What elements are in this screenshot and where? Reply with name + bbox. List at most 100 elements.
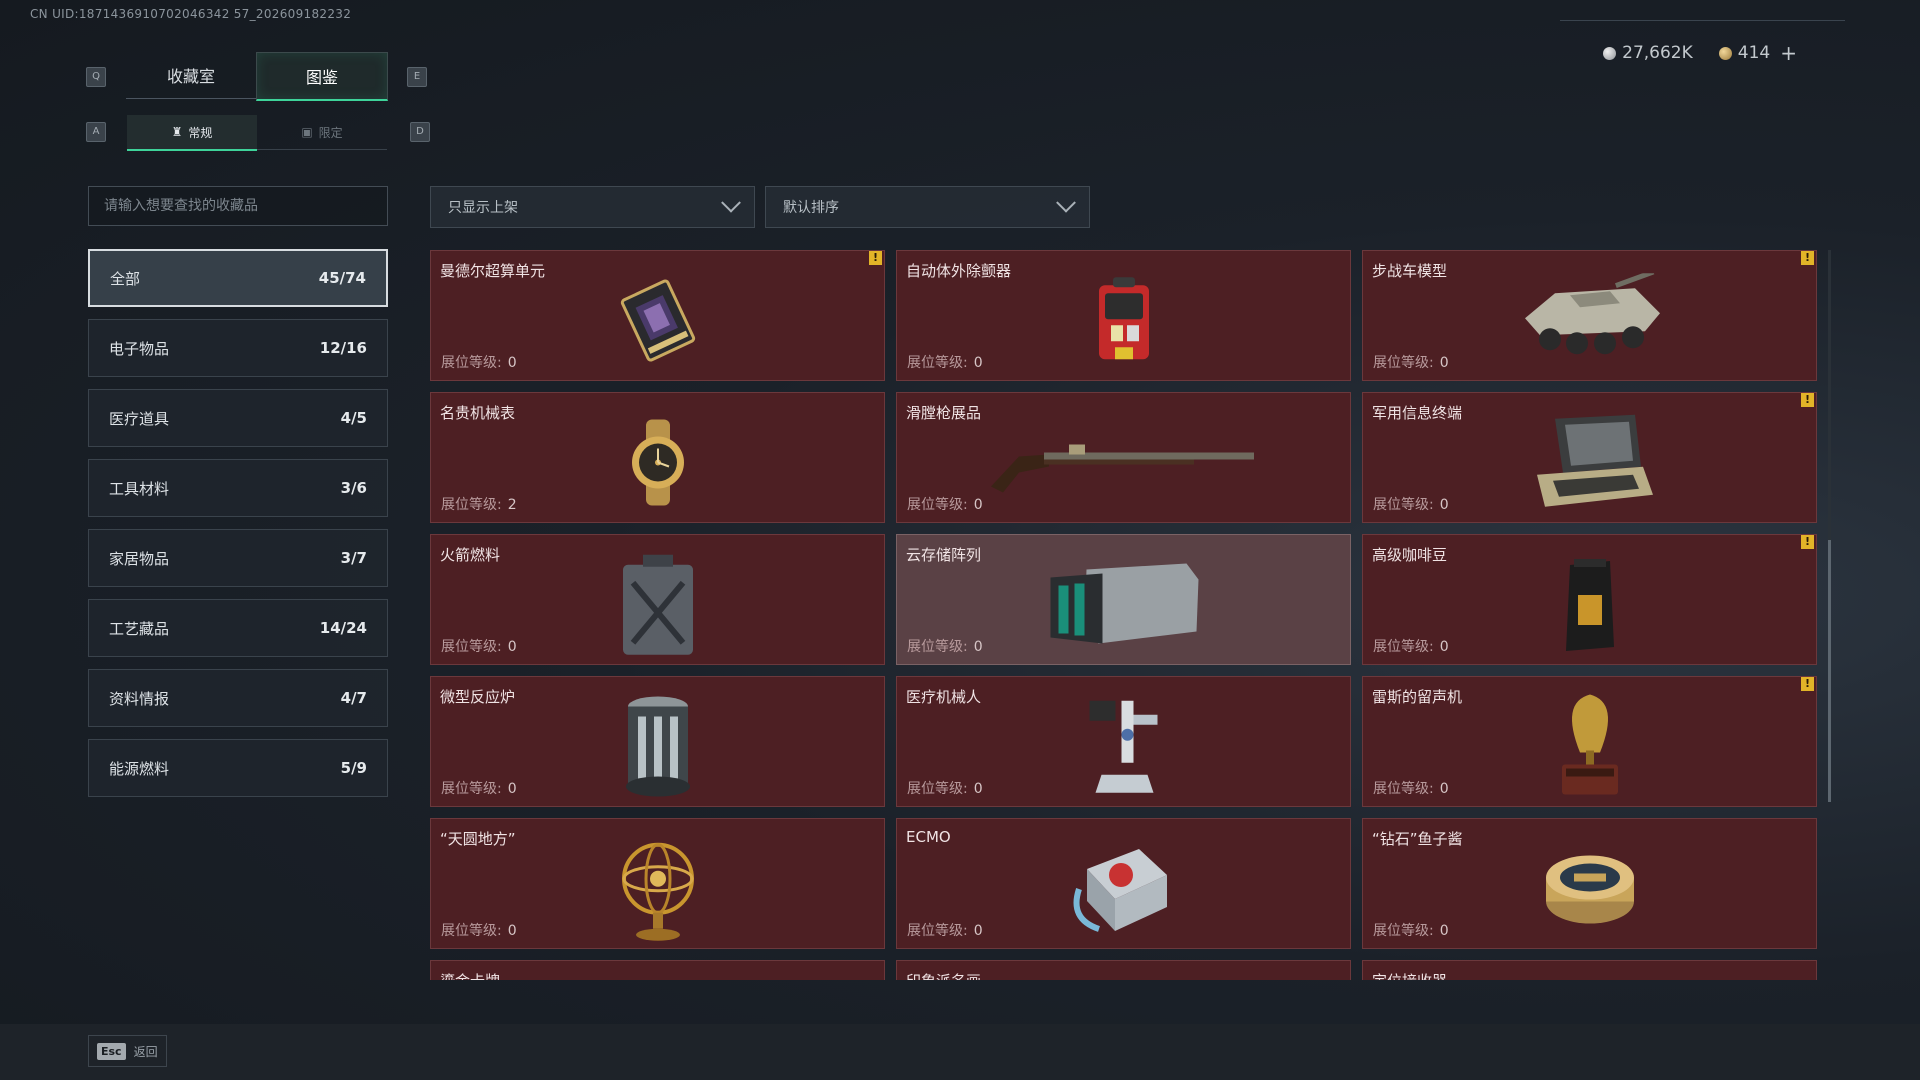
subtab-regular[interactable]: ♜ 常规 bbox=[127, 115, 257, 151]
collectible-grid: 曼德尔超算单元 展位等级: 0! 自动体外除颤器 展位等级: 0 步战车模型 展位等级: 0! 名… bbox=[430, 250, 1820, 980]
category-all[interactable]: 全部 45/74 bbox=[88, 249, 388, 307]
gold-currency: 414 + bbox=[1718, 41, 1797, 65]
coffee-bag-icon bbox=[1560, 555, 1620, 655]
add-currency-button[interactable]: + bbox=[1780, 41, 1797, 65]
category-label: 全部 bbox=[110, 269, 141, 288]
ecmo-icon bbox=[1069, 839, 1179, 939]
search-box bbox=[88, 186, 388, 226]
sort-dropdown[interactable]: 默认排序 bbox=[765, 186, 1090, 228]
category-household[interactable]: 家居物品 3/7 bbox=[88, 529, 388, 587]
tab-catalog[interactable]: 图鉴 bbox=[256, 52, 388, 101]
booth-level-label: 展位等级: bbox=[441, 355, 502, 371]
watch-icon bbox=[618, 417, 698, 507]
reactor-icon bbox=[618, 692, 698, 802]
collectible-name: 定位接收器 bbox=[1372, 970, 1447, 980]
collectible-name: ECMO bbox=[906, 828, 951, 846]
key-hint-a: A bbox=[86, 122, 106, 142]
search-input[interactable] bbox=[89, 187, 387, 225]
storage-array-icon bbox=[1046, 559, 1201, 649]
grid-scrollbar-thumb[interactable] bbox=[1828, 540, 1831, 802]
collectible-card[interactable]: ECMO 展位等级: 0 bbox=[896, 818, 1351, 949]
booth-level: 展位等级: 0 bbox=[1373, 636, 1449, 656]
booth-level: 展位等级: 0 bbox=[441, 920, 517, 940]
collectible-card[interactable]: 步战车模型 展位等级: 0! bbox=[1362, 250, 1817, 381]
category-intel[interactable]: 资料情报 4/7 bbox=[88, 669, 388, 727]
regular-icon: ♜ bbox=[171, 125, 183, 139]
collectible-card[interactable]: 雷斯的留声机 展位等级: 0! bbox=[1362, 676, 1817, 807]
booth-level: 展位等级: 0 bbox=[907, 636, 983, 656]
booth-level-label: 展位等级: bbox=[907, 781, 968, 797]
subtab-limited[interactable]: ▣ 限定 bbox=[257, 115, 387, 150]
booth-level: 展位等级: 0 bbox=[441, 778, 517, 798]
collectible-card[interactable]: 微型反应炉展位等级: 0 bbox=[430, 676, 885, 807]
shelf-filter-dropdown[interactable]: 只显示上架 bbox=[430, 186, 755, 228]
terminal-icon bbox=[1525, 410, 1655, 515]
category-energy[interactable]: 能源燃料 5/9 bbox=[88, 739, 388, 797]
booth-level-value: 0 bbox=[507, 639, 517, 655]
booth-level-value: 2 bbox=[507, 497, 517, 513]
booth-level-label: 展位等级: bbox=[907, 923, 968, 939]
silver-coin-icon bbox=[1603, 46, 1617, 60]
category-count: 3/7 bbox=[340, 549, 367, 567]
category-count: 45/74 bbox=[318, 269, 366, 287]
category-label: 电子物品 bbox=[109, 339, 170, 358]
collectible-name: 微型反应炉 bbox=[440, 688, 516, 706]
bottom-bar bbox=[0, 1024, 1920, 1080]
key-hint-d: D bbox=[410, 122, 430, 142]
collectible-name: “钻石”鱼子酱 bbox=[1372, 830, 1463, 848]
collectible-card[interactable]: 曼德尔超算单元 展位等级: 0! bbox=[430, 250, 885, 381]
collectible-card[interactable]: 高级咖啡豆展位等级: 0! bbox=[1362, 534, 1817, 665]
collectible-card[interactable]: “钻石”鱼子酱 展位等级: 0 bbox=[1362, 818, 1817, 949]
tab-collection-room[interactable]: 收藏室 bbox=[126, 52, 256, 99]
sub-tabs: ♜ 常规 ▣ 限定 bbox=[127, 115, 387, 151]
booth-level-label: 展位等级: bbox=[441, 639, 502, 655]
collectible-card[interactable]: 鎏金卡牌 bbox=[430, 960, 885, 980]
booth-level-value: 0 bbox=[1439, 923, 1449, 939]
supercomputer-icon bbox=[613, 275, 703, 365]
booth-level-label: 展位等级: bbox=[1373, 781, 1434, 797]
booth-level-value: 0 bbox=[1439, 355, 1449, 371]
collectible-name: 高级咖啡豆 bbox=[1372, 546, 1448, 564]
category-electronics[interactable]: 电子物品 12/16 bbox=[88, 319, 388, 377]
category-count: 12/16 bbox=[319, 339, 367, 357]
top-divider bbox=[1560, 20, 1845, 21]
collectible-name: 军用信息终端 bbox=[1372, 404, 1463, 422]
category-medical[interactable]: 医疗道具 4/5 bbox=[88, 389, 388, 447]
defibrillator-icon bbox=[1089, 273, 1159, 368]
collectible-card[interactable]: 云存储阵列 展位等级: 0 bbox=[896, 534, 1351, 665]
sort-value: 默认排序 bbox=[783, 200, 839, 216]
collectible-card[interactable]: 名贵机械表 展位等级: 2 bbox=[430, 392, 885, 523]
caviar-tin-icon bbox=[1540, 843, 1640, 933]
collectible-card[interactable]: 定位接收器 bbox=[1362, 960, 1817, 980]
booth-level-value: 0 bbox=[507, 355, 517, 371]
collectible-card[interactable]: 自动体外除颤器 展位等级: 0 bbox=[896, 250, 1351, 381]
alert-badge-icon: ! bbox=[1801, 535, 1814, 549]
category-crafts[interactable]: 工艺藏品 14/24 bbox=[88, 599, 388, 657]
collectible-card[interactable]: 军用信息终端 展位等级: 0! bbox=[1362, 392, 1817, 523]
back-button[interactable]: Esc 返回 bbox=[88, 1035, 167, 1067]
collectible-name: 鎏金卡牌 bbox=[440, 970, 500, 980]
player-uid: CN UID:1871436910702046342 57_2026091822… bbox=[30, 7, 352, 21]
booth-level: 展位等级: 0 bbox=[1373, 352, 1449, 372]
category-count: 14/24 bbox=[319, 619, 367, 637]
collectible-name: 印象派名画 bbox=[906, 970, 981, 980]
collectible-card[interactable]: 印象派名画 bbox=[896, 960, 1351, 980]
booth-level-label: 展位等级: bbox=[441, 923, 502, 939]
collectible-card[interactable]: “天圆地方” 展位等级: 0 bbox=[430, 818, 885, 949]
musket-icon bbox=[989, 426, 1259, 496]
armillary-icon bbox=[613, 836, 703, 941]
collectible-name: 火箭燃料 bbox=[440, 546, 501, 564]
category-label: 工艺藏品 bbox=[109, 619, 170, 638]
limited-icon: ▣ bbox=[301, 125, 313, 139]
chevron-down-icon bbox=[721, 192, 741, 213]
collectible-card[interactable]: 火箭燃料展位等级: 0 bbox=[430, 534, 885, 665]
booth-level-value: 0 bbox=[973, 781, 983, 797]
category-list: 全部 45/74 电子物品 12/16 医疗道具 4/5 工具材料 3/6 家居物品 3/… bbox=[88, 249, 388, 809]
collectible-card[interactable]: 医疗机械人 展位等级: 0 bbox=[896, 676, 1351, 807]
collectible-name: 名贵机械表 bbox=[440, 404, 516, 422]
booth-level-label: 展位等级: bbox=[1373, 355, 1434, 371]
collectible-card[interactable]: 滑膛枪展品 展位等级: 0 bbox=[896, 392, 1351, 523]
category-tools[interactable]: 工具材料 3/6 bbox=[88, 459, 388, 517]
collectible-name: 雷斯的留声机 bbox=[1372, 688, 1463, 706]
booth-level-value: 0 bbox=[507, 923, 517, 939]
